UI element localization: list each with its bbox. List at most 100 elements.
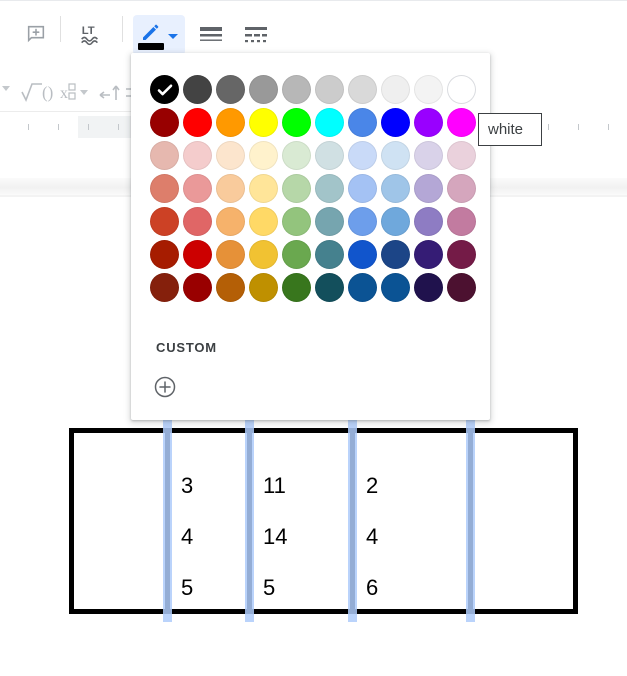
- color-swatch-cell[interactable]: [313, 205, 346, 238]
- color-swatch-cell[interactable]: [379, 73, 412, 106]
- color-swatch[interactable]: [348, 141, 377, 170]
- color-swatch[interactable]: [282, 273, 311, 302]
- color-swatch[interactable]: [381, 108, 410, 137]
- color-swatch-cell[interactable]: [412, 139, 445, 172]
- chevron-down-icon[interactable]: [166, 29, 180, 48]
- color-swatch[interactable]: [381, 207, 410, 236]
- color-swatch-cell[interactable]: [280, 205, 313, 238]
- color-swatch[interactable]: [282, 75, 311, 104]
- column-resize-handle[interactable]: [466, 420, 475, 622]
- border-color-button[interactable]: [133, 15, 185, 55]
- color-swatch-cell[interactable]: [181, 172, 214, 205]
- color-swatch[interactable]: [282, 174, 311, 203]
- color-swatch-cell[interactable]: [247, 139, 280, 172]
- color-swatch-cell[interactable]: [148, 238, 181, 271]
- color-swatch-cell[interactable]: [379, 205, 412, 238]
- color-swatch[interactable]: [183, 240, 212, 269]
- color-swatch-cell[interactable]: [445, 172, 478, 205]
- table-cell[interactable]: 5: [181, 577, 193, 599]
- color-swatch-cell[interactable]: [280, 238, 313, 271]
- color-swatch[interactable]: [414, 108, 443, 137]
- color-swatch[interactable]: [216, 141, 245, 170]
- color-swatch-cell[interactable]: [247, 172, 280, 205]
- color-swatch-cell[interactable]: [247, 73, 280, 106]
- table-cell[interactable]: 4: [366, 526, 378, 548]
- color-swatch-cell[interactable]: [346, 73, 379, 106]
- color-swatch-cell[interactable]: [214, 139, 247, 172]
- color-swatch-cell[interactable]: [346, 139, 379, 172]
- color-swatch-cell[interactable]: [412, 205, 445, 238]
- table-cell[interactable]: 2: [366, 475, 378, 497]
- color-swatch-cell[interactable]: [280, 106, 313, 139]
- color-swatch[interactable]: [249, 141, 278, 170]
- color-swatch-cell[interactable]: [445, 139, 478, 172]
- color-swatch[interactable]: [381, 141, 410, 170]
- color-swatch[interactable]: [348, 273, 377, 302]
- color-swatch-cell[interactable]: [412, 271, 445, 304]
- table-cell[interactable]: 5: [263, 577, 275, 599]
- add-comment-button[interactable]: [18, 16, 54, 52]
- color-swatch-cell[interactable]: [379, 238, 412, 271]
- color-swatch-cell[interactable]: [346, 271, 379, 304]
- color-swatch[interactable]: [150, 174, 179, 203]
- table-cell[interactable]: 3: [181, 475, 193, 497]
- table-cell[interactable]: 11: [263, 475, 286, 497]
- color-swatch[interactable]: [183, 75, 212, 104]
- color-swatch[interactable]: [381, 75, 410, 104]
- color-swatch-cell[interactable]: [148, 139, 181, 172]
- color-swatch[interactable]: [150, 75, 179, 104]
- color-swatch-cell[interactable]: [313, 271, 346, 304]
- color-swatch[interactable]: [216, 240, 245, 269]
- color-swatch-cell[interactable]: [346, 106, 379, 139]
- add-custom-color-button[interactable]: [153, 375, 177, 399]
- color-swatch-cell[interactable]: [148, 271, 181, 304]
- color-swatch-cell[interactable]: [280, 172, 313, 205]
- color-swatch[interactable]: [348, 240, 377, 269]
- color-swatch[interactable]: [183, 141, 212, 170]
- column-resize-handle[interactable]: [348, 420, 357, 622]
- color-swatch-cell[interactable]: [247, 205, 280, 238]
- color-swatch[interactable]: [348, 207, 377, 236]
- color-swatch[interactable]: [315, 141, 344, 170]
- color-swatch[interactable]: [282, 108, 311, 137]
- color-swatch-cell[interactable]: [214, 106, 247, 139]
- color-swatch-cell[interactable]: [247, 238, 280, 271]
- color-swatch[interactable]: [150, 273, 179, 302]
- color-swatch[interactable]: [414, 273, 443, 302]
- column-resize-handle[interactable]: [163, 420, 172, 622]
- color-swatch[interactable]: [183, 108, 212, 137]
- color-swatch-cell[interactable]: [247, 271, 280, 304]
- color-swatch-cell[interactable]: [346, 172, 379, 205]
- color-swatch[interactable]: [282, 240, 311, 269]
- color-swatch-cell[interactable]: [412, 73, 445, 106]
- color-swatch[interactable]: [414, 207, 443, 236]
- color-swatch-cell[interactable]: [379, 139, 412, 172]
- color-swatch-cell[interactable]: [280, 139, 313, 172]
- color-swatch-cell[interactable]: [181, 238, 214, 271]
- color-swatch-cell[interactable]: [181, 73, 214, 106]
- border-dash-button[interactable]: [238, 16, 274, 52]
- color-swatch[interactable]: [249, 207, 278, 236]
- color-swatch-cell[interactable]: [214, 238, 247, 271]
- color-swatch-cell[interactable]: [280, 73, 313, 106]
- color-swatch[interactable]: [348, 108, 377, 137]
- color-swatch[interactable]: [348, 75, 377, 104]
- color-swatch[interactable]: [150, 240, 179, 269]
- color-swatch[interactable]: [183, 273, 212, 302]
- color-swatch[interactable]: [150, 141, 179, 170]
- color-swatch[interactable]: [183, 207, 212, 236]
- color-swatch-cell[interactable]: [214, 205, 247, 238]
- color-swatch-cell[interactable]: [445, 106, 478, 139]
- color-swatch[interactable]: [150, 108, 179, 137]
- color-swatch[interactable]: [249, 273, 278, 302]
- color-swatch-cell[interactable]: [214, 172, 247, 205]
- column-resize-handle[interactable]: [245, 420, 254, 622]
- color-swatch-cell[interactable]: [445, 271, 478, 304]
- color-swatch[interactable]: [249, 75, 278, 104]
- color-swatch[interactable]: [447, 207, 476, 236]
- color-swatch[interactable]: [315, 75, 344, 104]
- color-swatch[interactable]: [216, 75, 245, 104]
- table-cell[interactable]: 6: [366, 577, 378, 599]
- document-table[interactable]: 3 4 5 11 14 5 2 4 6: [69, 420, 578, 622]
- color-swatch[interactable]: [381, 240, 410, 269]
